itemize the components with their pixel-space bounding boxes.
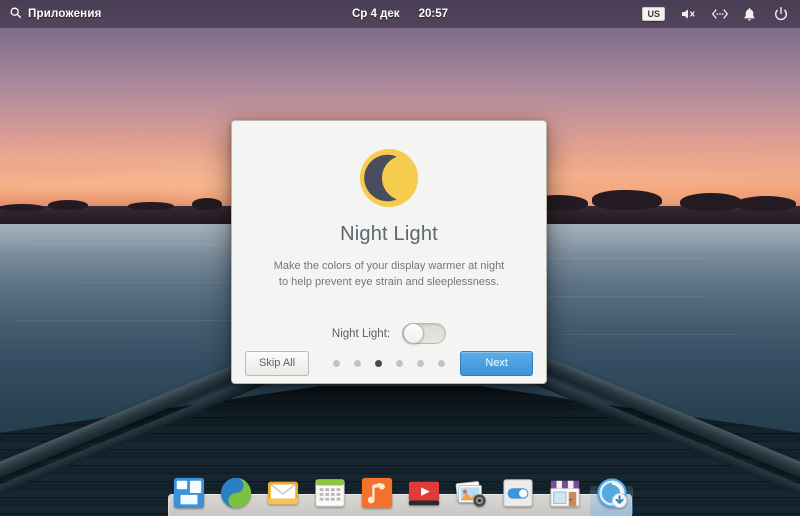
- next-button[interactable]: Next: [460, 351, 533, 377]
- app-store-icon[interactable]: [544, 472, 585, 514]
- calendar-icon[interactable]: [309, 472, 350, 514]
- power-icon[interactable]: [773, 6, 789, 22]
- page-title: Night Light: [340, 223, 438, 245]
- dialog-footer: Skip All Next: [232, 344, 546, 383]
- wallpaper-tree: [192, 198, 222, 210]
- night-light-dialog: Night Light Make the colors of your disp…: [231, 120, 547, 384]
- updates-icon[interactable]: [590, 472, 633, 516]
- pagination-dot[interactable]: [438, 360, 445, 368]
- clock-date: Ср 4 дек: [352, 8, 400, 20]
- pagination-dot[interactable]: [396, 360, 403, 368]
- clock-time: 20:57: [418, 8, 448, 20]
- bell-icon[interactable]: [742, 6, 758, 22]
- music-icon[interactable]: [356, 472, 397, 514]
- wallpaper-tree: [680, 193, 742, 211]
- wallpaper-tree: [0, 204, 44, 211]
- system-settings-icon[interactable]: [497, 472, 538, 514]
- night-light-moon-icon: [254, 147, 524, 209]
- pagination-dot[interactable]: [417, 360, 424, 368]
- dialog-body: Night Light Make the colors of your disp…: [232, 121, 546, 345]
- dialog-description: Make the colors of your display warmer a…: [273, 260, 505, 288]
- pagination-dots: [333, 360, 445, 368]
- system-tray: us: [642, 6, 800, 22]
- wallpaper-tree: [592, 190, 662, 210]
- toggle-knob: [403, 323, 425, 345]
- mail-icon[interactable]: [262, 472, 303, 514]
- keyboard-layout-indicator[interactable]: us: [642, 7, 665, 21]
- pagination-dot[interactable]: [333, 360, 340, 368]
- window-tiles-icon[interactable]: [168, 472, 209, 514]
- night-light-toggle-row: Night Light:: [254, 323, 524, 345]
- night-light-toggle-label: Night Light:: [331, 327, 391, 340]
- speaker-muted-icon[interactable]: [680, 6, 696, 22]
- dock-icons: [168, 470, 633, 516]
- applications-menu-button[interactable]: Приложения: [0, 6, 102, 22]
- skip-all-button[interactable]: Skip All: [245, 351, 310, 377]
- video-player-icon[interactable]: [403, 472, 444, 514]
- wallpaper-tree: [128, 202, 174, 210]
- photos-icon[interactable]: [450, 472, 491, 514]
- web-browser-icon[interactable]: [215, 472, 256, 514]
- top-panel: Приложения Ср 4 дек 20:57 us: [0, 0, 800, 28]
- network-icon[interactable]: [711, 6, 729, 22]
- night-light-toggle[interactable]: [402, 323, 447, 345]
- wallpaper-tree: [48, 200, 88, 210]
- pagination-dot-active[interactable]: [375, 360, 382, 368]
- search-icon: [9, 6, 22, 22]
- wallpaper-tree: [736, 196, 796, 211]
- applications-menu-label: Приложения: [28, 8, 102, 20]
- pagination-dot[interactable]: [354, 360, 361, 368]
